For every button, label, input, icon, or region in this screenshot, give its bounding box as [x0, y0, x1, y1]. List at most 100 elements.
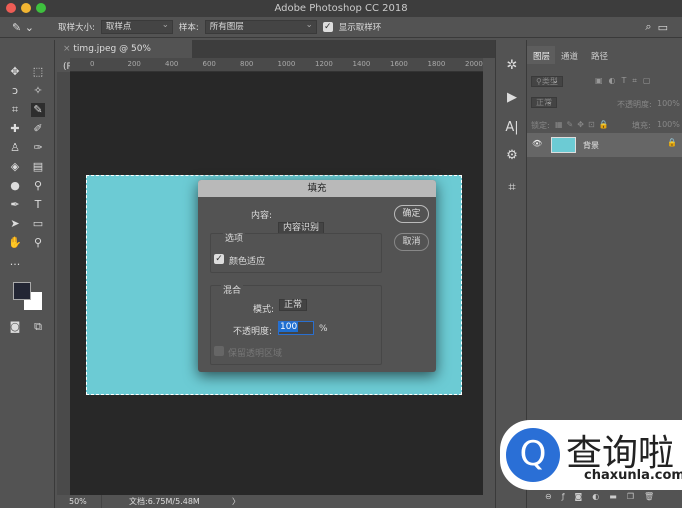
mode-select[interactable]: 正常 — [279, 299, 308, 311]
layer-row[interactable]: 👁 背景 🔒 — [527, 133, 682, 157]
fill-value[interactable]: 100% — [657, 120, 680, 129]
marquee-tool-icon[interactable]: ⬚ — [31, 65, 45, 79]
opacity-unit: % — [319, 324, 328, 334]
blur-tool-icon[interactable]: ● — [8, 179, 22, 193]
stamp-tool-icon[interactable]: ♙ — [8, 141, 22, 155]
properties-icon[interactable]: ⚙ — [503, 148, 521, 166]
crop-tool-icon[interactable]: ⌗ — [8, 103, 22, 117]
document-info: 文档:6.75M/5.48M — [129, 497, 200, 506]
ruler-tick: 1000 — [277, 60, 296, 68]
quick-mask-icon[interactable]: ◙ — [8, 320, 22, 334]
tab-channels[interactable]: 通道 — [561, 50, 578, 62]
minimize-window-button[interactable] — [21, 3, 31, 13]
ok-button[interactable]: 确定 — [394, 205, 429, 223]
ruler-tick: 1200 — [315, 60, 333, 68]
zoom-level[interactable]: 50% — [69, 495, 87, 508]
move-tool-icon[interactable]: ✥ — [8, 65, 22, 79]
hand-tool-icon[interactable]: ✋ — [8, 236, 22, 250]
chevron-right-icon[interactable]: 〉 — [232, 495, 240, 508]
document-tab-bar: × timg.jpeg @ 50%(RGB/8#) — [57, 40, 495, 72]
ruler-tick: 2000 — [465, 60, 483, 68]
vertical-ruler — [57, 72, 70, 495]
status-bar: 50% 文档:6.75M/5.48M 〉 — [57, 495, 495, 508]
filter-icons[interactable]: ▣◐T⌗▢ — [595, 76, 657, 86]
document-tab[interactable]: × timg.jpeg @ 50%(RGB/8#) — [57, 40, 192, 72]
ruler-tick: 1400 — [352, 60, 371, 68]
dialog-title: 填充 — [198, 180, 436, 197]
ruler-tick: 400 — [165, 60, 179, 68]
play-icon[interactable]: ▶ — [503, 90, 521, 108]
sample-size-select[interactable]: 取样点 — [100, 19, 173, 34]
options-group: 选项 ✓ 颜色适应 — [210, 231, 382, 273]
lasso-tool-icon[interactable]: ↄ — [8, 84, 22, 98]
layer-opacity-value[interactable]: 100% — [657, 99, 680, 108]
pen-tool-icon[interactable]: ✒ — [8, 198, 22, 212]
tab-paths[interactable]: 路径 — [591, 50, 608, 62]
puzzle-icon[interactable]: ✲ — [503, 58, 521, 76]
history-brush-icon[interactable]: ✑ — [31, 141, 45, 155]
zoom-tool-icon[interactable]: ⚲ — [31, 236, 45, 250]
crop-icon[interactable]: ⌗ — [503, 180, 521, 198]
filter-label: 类型 — [541, 77, 558, 86]
healing-tool-icon[interactable]: ✚ — [8, 122, 22, 136]
eraser-tool-icon[interactable]: ◈ — [8, 160, 22, 174]
screen-mode-icon[interactable]: ⧉ — [31, 320, 45, 334]
sample-select[interactable]: 所有图层 — [204, 19, 317, 34]
color-adapt-checkbox[interactable]: ✓ — [214, 254, 224, 264]
show-ring-label: 显示取样环 — [338, 23, 382, 33]
options-bar: ✎ ⌄ 取样大小: 取样点 样本: 所有图层 ✓ 显示取样环 ⌕ ▭ — [0, 17, 682, 38]
sample-label: 样本: — [178, 23, 199, 33]
cancel-button[interactable]: 取消 — [394, 233, 429, 251]
color-adapt-label: 颜色适应 — [229, 257, 266, 267]
close-window-button[interactable] — [6, 3, 16, 13]
lock-icons[interactable]: ▦✎✥⊡🔒 — [555, 120, 613, 129]
workspace-icon[interactable]: ▭ — [658, 21, 668, 34]
eyedropper-icon[interactable]: ✎ ⌄ — [12, 21, 52, 34]
blend-group: 混合 模式: 正常 不透明度: 100 % 保留透明区域 — [210, 283, 382, 365]
close-tab-icon[interactable]: × — [63, 44, 73, 54]
path-select-icon[interactable]: ➤ — [8, 217, 22, 231]
ruler-tick: 1800 — [427, 60, 446, 68]
ruler-tick: 1600 — [390, 60, 408, 68]
layer-opacity-label: 不透明度: — [617, 100, 652, 109]
opacity-value: 100 — [279, 322, 299, 332]
character-icon[interactable]: A| — [503, 120, 521, 138]
watermark-logo: Q 查询啦 chaxunla.com — [500, 420, 682, 490]
fill-dialog: 填充 内容: 内容识别 确定 取消 选项 ✓ 颜色适应 混合 模式: 正常 不透… — [198, 180, 436, 372]
layer-filter-select[interactable]: ⚲类型 — [531, 76, 563, 87]
brush-tool-icon[interactable]: ✐ — [31, 122, 45, 136]
type-tool-icon[interactable]: T — [31, 198, 45, 212]
opacity-label: 不透明度: — [233, 327, 273, 337]
layer-name: 背景 — [583, 141, 599, 150]
magic-wand-icon[interactable]: ✧ — [31, 84, 45, 98]
sample-size-label: 取样大小: — [58, 23, 95, 33]
lock-icon: 🔒 — [667, 138, 677, 147]
tools-panel: ✥ ⬚ ↄ ✧ ⌗ ✎ ✚ ✐ ♙ ✑ ◈ ▤ ● ⚲ ✒ T ➤ ▭ ✋ ⚲ … — [0, 40, 55, 508]
blend-group-label: 混合 — [221, 283, 244, 296]
eye-icon[interactable]: 👁 — [532, 139, 542, 148]
gradient-tool-icon[interactable]: ▤ — [31, 160, 45, 174]
ruler-tick: 800 — [240, 60, 254, 68]
tab-layers[interactable]: 图层 — [533, 50, 550, 62]
maximize-window-button[interactable] — [36, 3, 46, 13]
dodge-tool-icon[interactable]: ⚲ — [31, 179, 45, 193]
preserve-transparency-checkbox — [214, 346, 224, 356]
foreground-color-swatch[interactable] — [13, 282, 31, 300]
horizontal-ruler: 0 200 400 600 800 1000 1200 1400 1600 1800 2000 — [70, 58, 483, 72]
ruler-tick: 200 — [127, 60, 141, 68]
search-icon[interactable]: ⌕ — [645, 20, 651, 34]
eyedropper-tool-icon[interactable]: ✎ — [31, 103, 45, 117]
preserve-transparency-label: 保留透明区域 — [228, 349, 283, 359]
ruler-tick: 0 — [90, 60, 95, 68]
opacity-input[interactable]: 100 — [278, 321, 314, 335]
fill-label: 填充: — [632, 121, 651, 130]
layer-thumbnail — [551, 137, 576, 153]
more-tools-icon[interactable]: ··· — [8, 258, 22, 272]
ruler-tick: 600 — [202, 60, 216, 68]
layer-actions[interactable]: ⊖ƒ◙◐▬❐🗑 — [527, 492, 682, 501]
show-ring-checkbox[interactable]: ✓ — [322, 22, 333, 32]
title-bar: Adobe Photoshop CC 2018 — [0, 0, 682, 17]
shape-tool-icon[interactable]: ▭ — [31, 217, 45, 231]
blend-mode-select[interactable]: 正常 — [531, 97, 557, 108]
window-title: Adobe Photoshop CC 2018 — [274, 3, 408, 14]
